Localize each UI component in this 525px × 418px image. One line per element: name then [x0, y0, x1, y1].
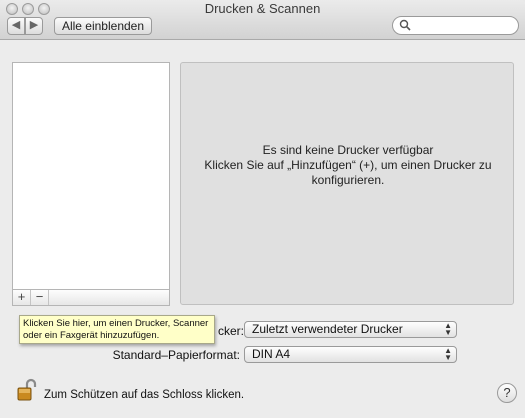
search-input[interactable] [413, 18, 513, 33]
default-printer-popup[interactable]: Zuletzt verwendeter Drucker ▲ ▼ [244, 321, 457, 338]
add-printer-tooltip: Klicken Sie hier, um einen Drucker, Scan… [19, 315, 215, 344]
lock-hint-text: Zum Schützen auf das Schloss klicken. [44, 389, 245, 401]
default-printer-label: cker: [218, 324, 245, 338]
default-printer-value: Zuletzt verwendeter Drucker [252, 322, 403, 336]
help-button[interactable]: ? [497, 383, 517, 403]
search-field[interactable] [392, 16, 519, 35]
no-printers-line-2: Klicken Sie auf „Hinzufügen“ (+), um ein… [204, 158, 492, 172]
paper-format-label: Standard–Papierformat: [112, 348, 240, 362]
printers-and-scanners-window: Drucken & Scannen ◀ ▶ Alle einblenden + … [0, 0, 525, 418]
paper-format-value: DIN A4 [252, 347, 291, 361]
no-printers-line-1: Es sind keine Drucker verfügbar [262, 143, 434, 157]
titlebar: Drucken & Scannen ◀ ▶ Alle einblenden [0, 0, 525, 40]
tooltip-line-1: Klicken Sie hier, um einen Drucker, Scan… [23, 318, 209, 329]
printer-list[interactable] [12, 62, 170, 290]
remove-printer-button[interactable]: − [31, 290, 49, 305]
no-printers-line-3: konfigurieren. [311, 173, 385, 187]
window-title: Drucken & Scannen [204, 1, 321, 16]
paper-format-popup[interactable]: DIN A4 ▲ ▼ [244, 346, 457, 363]
printer-detail-pane: Es sind keine Drucker verfügbar Klicken … [180, 62, 514, 305]
unlocked-padlock-icon[interactable] [16, 378, 38, 402]
forward-button[interactable]: ▶ [25, 17, 43, 35]
up-down-arrows-icon: ▲ ▼ [444, 346, 452, 362]
tooltip-line-2: oder ein Faxgerät hinzuzufügen. [23, 330, 160, 341]
back-button[interactable]: ◀ [7, 17, 25, 35]
add-printer-button[interactable]: + [13, 290, 31, 305]
printer-list-toolbar: + − [12, 290, 170, 306]
no-printers-message: Es sind keine Drucker verfügbar Klicken … [181, 143, 515, 188]
up-down-arrows-icon: ▲ ▼ [444, 321, 452, 337]
show-all-button[interactable]: Alle einblenden [54, 17, 152, 35]
search-icon [399, 19, 411, 31]
